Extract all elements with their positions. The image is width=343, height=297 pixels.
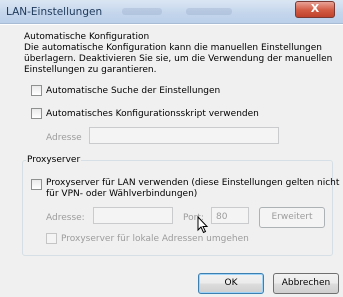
close-button[interactable]: X: [295, 1, 335, 18]
close-icon: X: [310, 2, 320, 15]
cancel-button[interactable]: Abbrechen: [273, 273, 339, 294]
title-bar: LAN-Einstellungen X: [0, 0, 343, 24]
bypass-local-checkbox[interactable]: [46, 233, 57, 244]
title-blur: [186, 8, 232, 15]
title-blur: [122, 8, 162, 15]
auto-config-description-line-1: Die automatische Konfiguration kann die …: [24, 43, 322, 53]
auto-config-description-line-2: überlagern. Deaktivieren Sie sie, um die…: [24, 54, 333, 64]
auto-detect-label[interactable]: Automatische Suche der Einstellungen: [46, 86, 220, 96]
script-address-input[interactable]: [89, 127, 279, 144]
use-proxy-label-line-2[interactable]: für VPN- oder Wählverbindungen): [46, 189, 197, 199]
proxy-address-label: Adresse:: [46, 213, 85, 223]
ok-button[interactable]: OK: [198, 273, 264, 294]
auto-detect-checkbox[interactable]: [31, 85, 42, 96]
proxy-address-input[interactable]: [93, 207, 173, 224]
use-proxy-label-line-1[interactable]: Proxyserver für LAN verwenden (diese Ein…: [46, 178, 339, 188]
auto-script-checkbox[interactable]: [31, 108, 42, 119]
proxy-port-input[interactable]: 80: [211, 207, 249, 224]
dialog-body: Automatische Konfiguration Die automatis…: [0, 25, 343, 297]
script-address-label: Adresse: [46, 133, 82, 143]
window-title: LAN-Einstellungen: [6, 6, 103, 18]
auto-script-label[interactable]: Automatisches Konfigurationsskript verwe…: [46, 109, 259, 119]
advanced-button[interactable]: Erweitert: [259, 207, 325, 228]
auto-config-heading: Automatische Konfiguration: [24, 32, 150, 42]
bypass-local-label[interactable]: Proxyserver für lokale Adressen umgehen: [61, 234, 249, 244]
proxy-port-value: 80: [216, 212, 228, 222]
use-proxy-checkbox[interactable]: [31, 179, 42, 190]
mouse-pointer-icon: [197, 216, 209, 234]
proxy-group-label: Proxyserver: [26, 155, 82, 165]
auto-config-description-line-3: Einstellungen zu garantieren.: [24, 65, 157, 75]
